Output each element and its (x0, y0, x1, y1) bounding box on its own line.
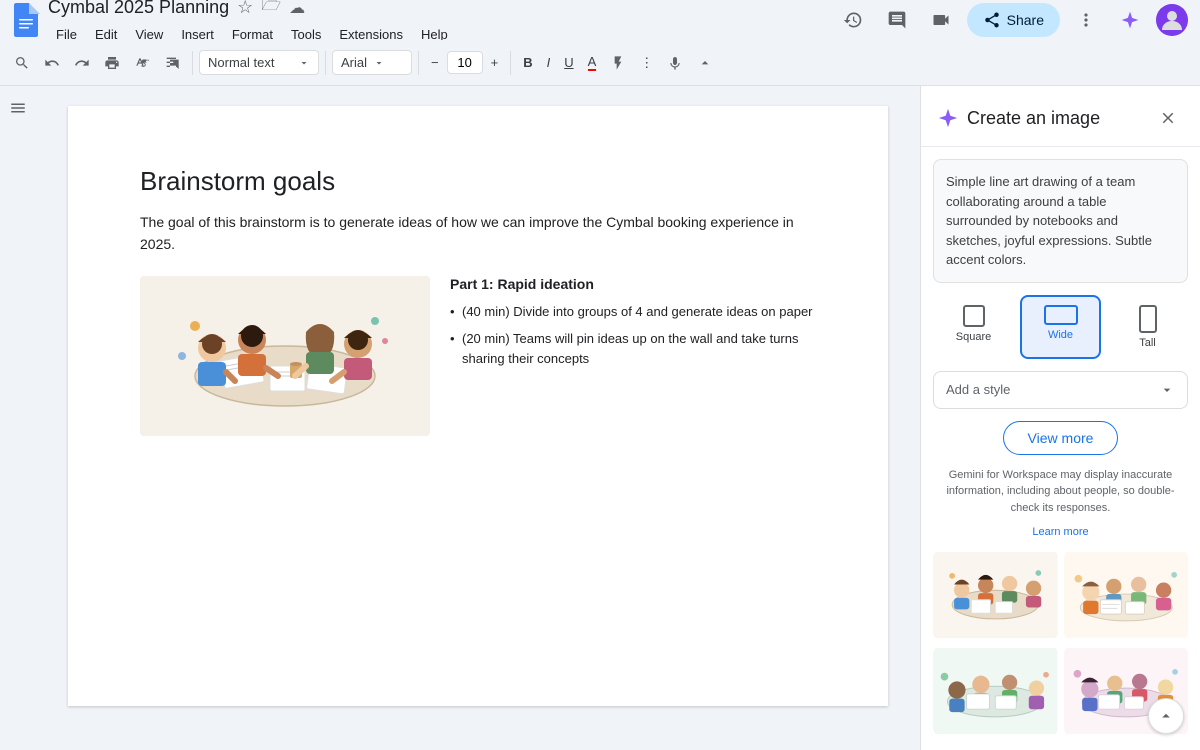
scroll-top-button[interactable] (1148, 698, 1184, 734)
document-heading: Brainstorm goals (140, 166, 816, 197)
panel-footer (921, 734, 1200, 750)
separator-3 (418, 51, 419, 75)
gemini-button[interactable] (1112, 2, 1148, 38)
print-button[interactable] (98, 47, 126, 79)
generated-image-1[interactable] (933, 550, 1058, 640)
wide-label: Wide (1048, 329, 1073, 341)
image-prompt-text[interactable]: Simple line art drawing of a team collab… (933, 159, 1188, 283)
tall-icon (1139, 305, 1157, 333)
collapse-toolbar-button[interactable] (691, 47, 719, 79)
font-size-input[interactable]: 10 (447, 51, 483, 74)
paragraph-style-select[interactable]: Normal text (199, 50, 319, 75)
share-label: Share (1007, 12, 1044, 28)
panel-title: Create an image (967, 108, 1144, 129)
folder-icon[interactable]: 🗁 (261, 0, 281, 21)
redo-button[interactable] (68, 47, 96, 79)
format-square-button[interactable]: Square (933, 295, 1014, 359)
font-size-decrease[interactable]: − (425, 47, 445, 79)
bullet-item-1: (40 min) Divide into groups of 4 and gen… (450, 302, 816, 323)
generated-image-3[interactable] (933, 646, 1058, 734)
comments-button[interactable] (879, 2, 915, 38)
bullet-list: (40 min) Divide into groups of 4 and gen… (450, 302, 816, 370)
disclaimer-text: Gemini for Workspace may display inaccur… (933, 467, 1188, 517)
undo-button[interactable] (38, 47, 66, 79)
paint-format-button[interactable] (158, 47, 186, 79)
panel-header: Create an image (921, 86, 1200, 147)
style-placeholder: Add a style (946, 382, 1010, 397)
formatting-toolbar: Normal text Arial − 10 + B I U A ⋮ (0, 40, 1200, 86)
user-avatar[interactable] (1156, 4, 1188, 36)
text-color-button[interactable]: A (582, 47, 603, 79)
format-wide-button[interactable]: Wide (1020, 295, 1101, 359)
highlight-button[interactable] (604, 47, 632, 79)
document-area: Brainstorm goals The goal of this brains… (36, 86, 920, 750)
document-page[interactable]: Brainstorm goals The goal of this brains… (68, 106, 888, 706)
font-size-control: − 10 + (425, 47, 504, 79)
left-sidebar (0, 86, 36, 750)
generated-image-2[interactable] (1064, 550, 1189, 640)
menu-bar: Cymbal 2025 Planning ☆ 🗁 ☁ File Edit Vie… (0, 0, 1200, 40)
more-options-button[interactable] (1068, 2, 1104, 38)
document-right-content: Part 1: Rapid ideation (40 min) Divide i… (450, 276, 816, 436)
style-dropdown[interactable]: Add a style (933, 371, 1188, 409)
panel-gemini-icon (937, 107, 959, 129)
font-label: Arial (341, 55, 367, 70)
bold-button[interactable]: B (517, 47, 538, 79)
share-button[interactable]: Share (967, 3, 1060, 37)
panel-close-button[interactable] (1152, 102, 1184, 134)
format-tall-button[interactable]: Tall (1107, 295, 1188, 359)
square-icon (963, 305, 985, 327)
create-image-panel: Create an image Simple line art drawing … (920, 86, 1200, 750)
document-title[interactable]: Cymbal 2025 Planning (48, 0, 229, 18)
part-title: Part 1: Rapid ideation (450, 276, 816, 292)
panel-body: Simple line art drawing of a team collab… (921, 147, 1200, 734)
font-size-increase[interactable]: + (485, 47, 505, 79)
italic-button[interactable]: I (541, 47, 557, 79)
square-label: Square (956, 331, 991, 343)
app-icon (12, 3, 40, 37)
history-button[interactable] (835, 2, 871, 38)
search-button[interactable] (8, 47, 36, 79)
separator-4 (510, 51, 511, 75)
learn-more-link[interactable]: Learn more (933, 526, 1188, 538)
separator-1 (192, 51, 193, 75)
main-content: Brainstorm goals The goal of this brains… (0, 86, 1200, 750)
bullet-item-2: (20 min) Teams will pin ideas up on the … (450, 329, 816, 371)
sidebar-toggle-button[interactable] (4, 94, 32, 122)
format-toggle-group: Square Wide Tall (933, 295, 1188, 359)
document-title-row: Cymbal 2025 Planning ☆ 🗁 ☁ (48, 0, 835, 21)
document-body: The goal of this brainstorm is to genera… (140, 211, 816, 256)
document-illustration (140, 276, 430, 436)
font-family-select[interactable]: Arial (332, 50, 412, 75)
underline-button[interactable]: U (558, 47, 579, 79)
wide-icon (1044, 305, 1078, 325)
meet-button[interactable] (923, 2, 959, 38)
spellcheck-button[interactable] (128, 47, 156, 79)
document-content-row: Part 1: Rapid ideation (40 min) Divide i… (140, 276, 816, 436)
star-icon[interactable]: ☆ (237, 0, 253, 18)
voice-button[interactable] (661, 47, 689, 79)
tall-label: Tall (1139, 337, 1156, 349)
more-format-button[interactable]: ⋮ (634, 47, 659, 79)
cloud-icon[interactable]: ☁ (289, 0, 305, 18)
separator-2 (325, 51, 326, 75)
top-right-actions: Share (835, 2, 1188, 38)
view-more-button[interactable]: View more (1003, 421, 1119, 455)
paragraph-style-label: Normal text (208, 55, 274, 70)
